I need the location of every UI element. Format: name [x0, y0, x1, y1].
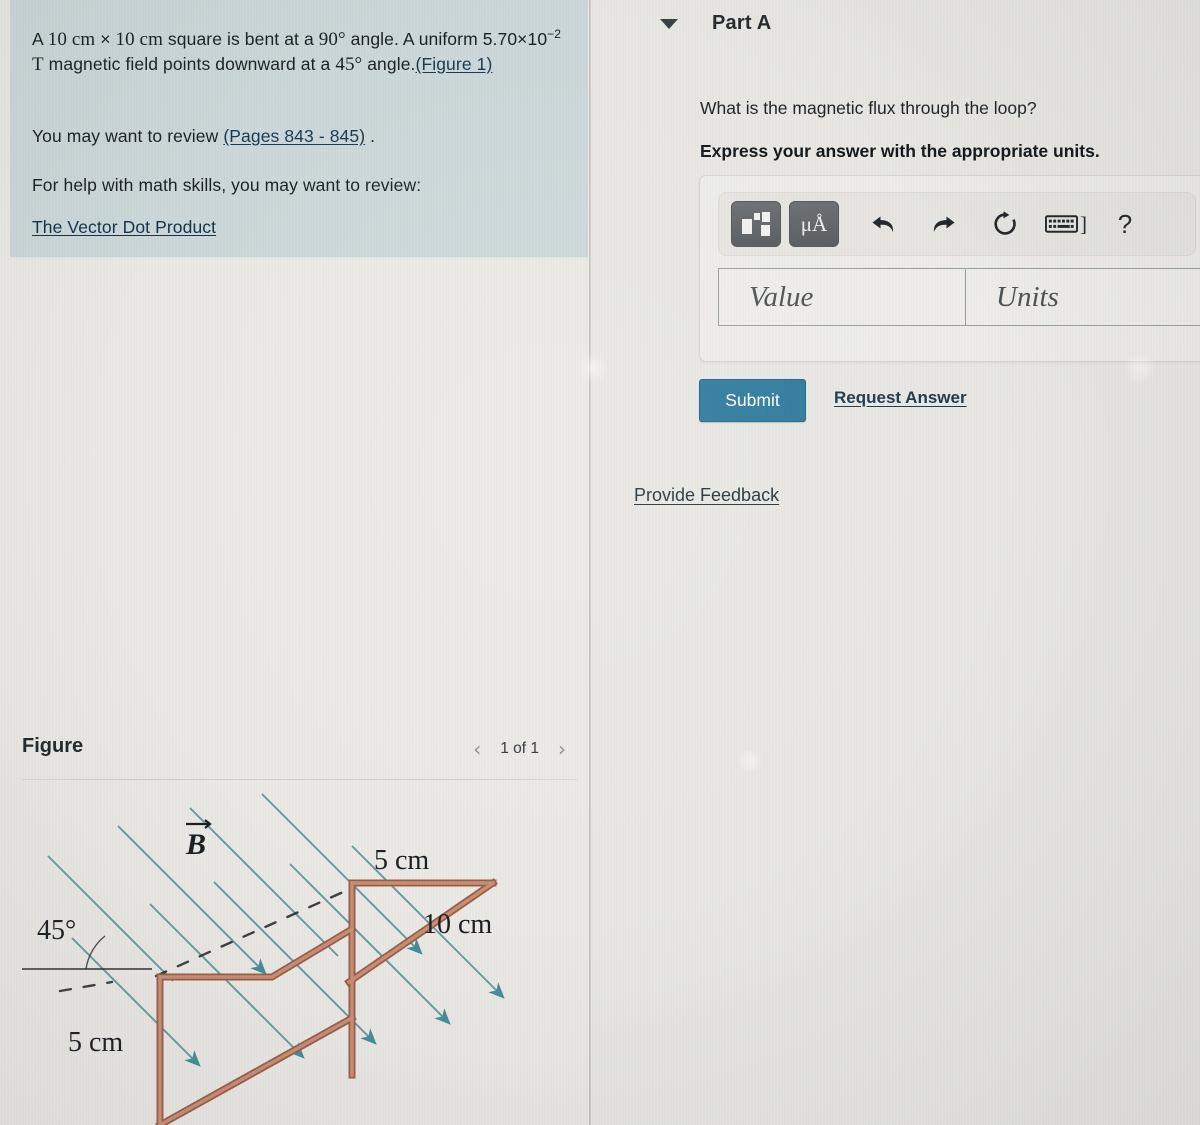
submit-button[interactable]: Submit — [699, 379, 806, 422]
exponent: −2 — [547, 27, 562, 41]
request-answer-link[interactable]: Request Answer — [834, 388, 967, 408]
figure-1-link[interactable]: (Figure 1) — [416, 54, 493, 74]
pages-link[interactable]: (Pages 843 - 845) — [223, 126, 365, 146]
math-toolbar: μÅ] ? — [718, 192, 1196, 256]
text-fragment: square is bent at a — [162, 28, 319, 49]
review-suffix: . — [365, 126, 376, 146]
part-a-header[interactable]: Part A — [660, 12, 771, 35]
problem-panel: A 10 cm × 10 cm square is bent at a 90° … — [0, 0, 589, 1125]
units-input[interactable]: Units — [966, 268, 1200, 326]
figure-header: Figure ‹ 1 of 1 › — [22, 731, 578, 777]
review-prefix: You may want to review — [32, 126, 224, 146]
caret-down-icon[interactable] — [660, 18, 678, 29]
math-template-icon[interactable] — [731, 201, 781, 247]
panel-divider — [589, 0, 591, 1125]
redo-arrow-icon[interactable] — [921, 202, 965, 246]
figure-title: Figure — [22, 735, 84, 757]
provide-feedback-link[interactable]: Provide Feedback — [634, 485, 779, 506]
figure-prev-button[interactable]: ‹ — [466, 737, 488, 761]
keyboard-icon[interactable]: ] — [1045, 202, 1087, 246]
units-icon-label: μÅ — [800, 211, 828, 236]
undo-arrow-icon[interactable] — [861, 202, 905, 246]
value-input[interactable]: Value — [718, 268, 966, 326]
figure-pager: ‹ 1 of 1 › — [466, 737, 573, 761]
depth-length-label: 10 cm — [423, 909, 492, 940]
quantity-90deg: 90° — [318, 28, 346, 50]
figure-next-button[interactable]: › — [551, 737, 573, 761]
figure-diagram[interactable]: B 45° 5 cm 10 cm 5 cm — [0, 786, 589, 1125]
text-fragment: angle. — [362, 53, 416, 74]
text-fragment: A — [32, 28, 48, 49]
help-question-mark: ? — [1117, 208, 1133, 239]
problem-statement-line-1: A 10 cm × 10 cm square is bent at a 90° … — [32, 22, 572, 77]
quantity-10cm-2: 10 cm — [115, 28, 163, 50]
quantity-45deg: 45° — [335, 53, 363, 75]
figure-divider — [22, 779, 578, 780]
top-length-label: 5 cm — [374, 845, 429, 876]
text-fragment: × — [95, 28, 116, 49]
quantity-10cm: 10 cm — [47, 28, 96, 50]
units-micro-angstrom-icon[interactable]: μÅ — [789, 201, 839, 247]
keyboard-bracket-label: ] — [1080, 211, 1087, 236]
vector-dot-product-link[interactable]: The Vector Dot Product — [32, 217, 216, 237]
field-vector-label: B — [185, 828, 206, 861]
question-text: What is the magnetic flux through the lo… — [700, 98, 1037, 118]
dot-product-line: The Vector Dot Product — [32, 215, 572, 240]
answer-fields: Value Units — [718, 268, 1200, 326]
problem-statement-box: A 10 cm × 10 cm square is bent at a 90° … — [10, 0, 588, 258]
reset-circular-arrow-icon[interactable] — [983, 202, 1027, 246]
answer-entry-container: μÅ] ? Value Units — [699, 175, 1200, 362]
side-length-label: 5 cm — [68, 1027, 123, 1058]
instruction-text: Express your answer with the appropriate… — [700, 141, 1100, 161]
figure-page-count: 1 of 1 — [500, 740, 539, 757]
problem-review-line: You may want to review (Pages 843 - 845)… — [32, 124, 572, 149]
unit-tesla: T — [32, 53, 44, 75]
angle-45-label: 45° — [37, 915, 76, 946]
help-icon[interactable]: ? — [1103, 202, 1147, 246]
text-fragment: angle. A uniform 5.70×10 — [345, 28, 548, 49]
text-fragment: magnetic field points downward at a — [43, 53, 336, 74]
math-skills-text: For help with math skills, you may want … — [32, 175, 422, 195]
part-a-title: Part A — [712, 12, 772, 34]
answer-panel — [591, 0, 1200, 1125]
